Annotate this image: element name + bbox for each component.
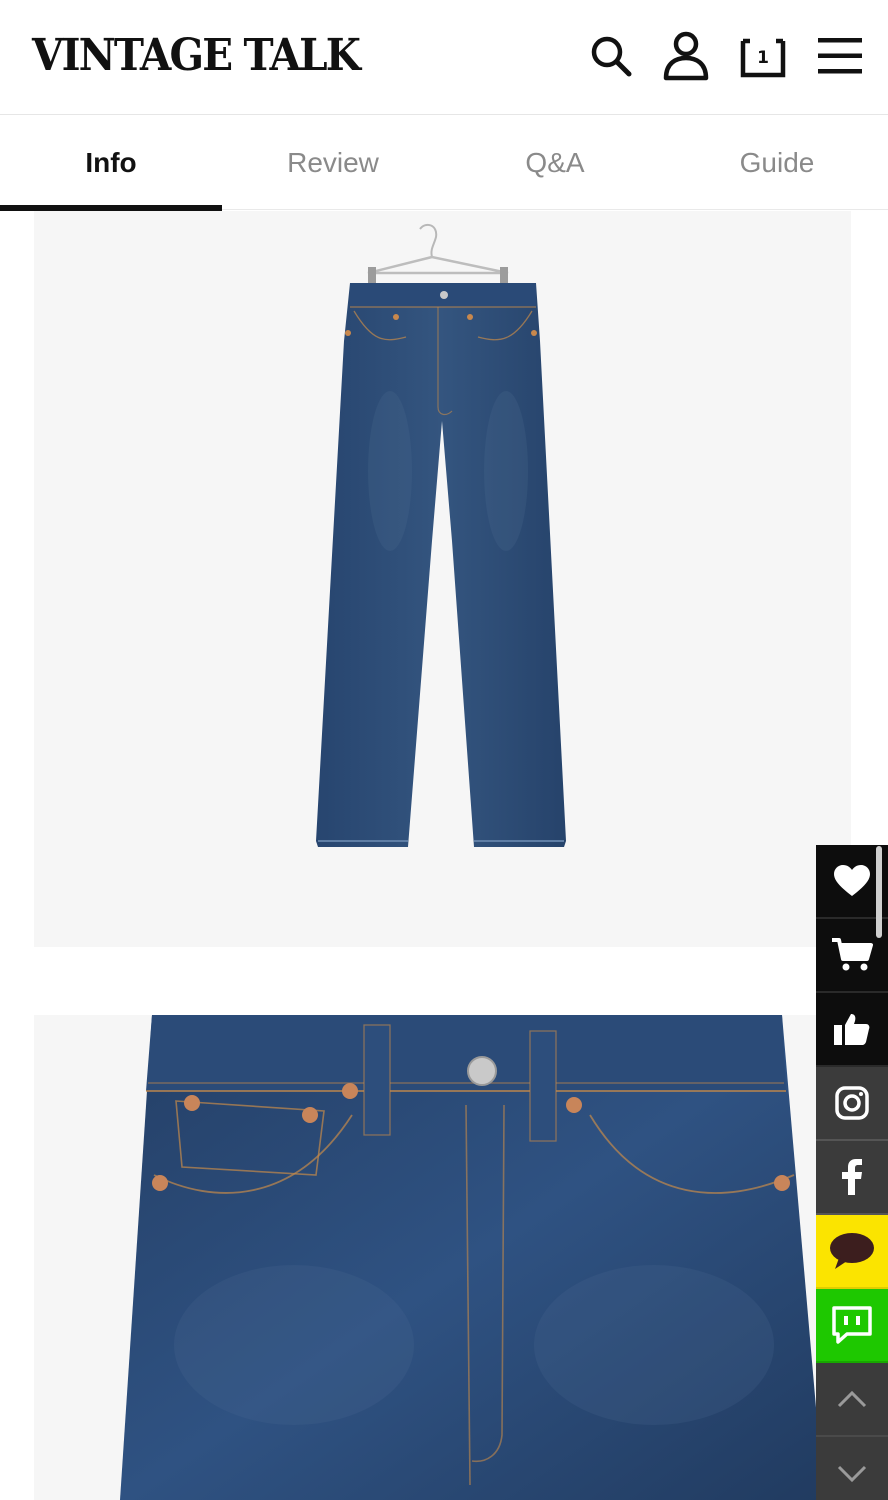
bag-count-badge: 1 [757, 48, 769, 68]
scrollbar-thumb[interactable] [876, 846, 882, 938]
site-logo[interactable]: VINTAGE TALK [32, 28, 361, 84]
product-photo-closeup [34, 1015, 851, 1500]
tab-qna[interactable]: Q&A [444, 116, 666, 210]
instagram-button[interactable] [816, 1067, 888, 1141]
kakaotalk-button[interactable] [816, 1215, 888, 1289]
bag-button[interactable]: 1 [735, 26, 791, 86]
cart-icon [832, 938, 873, 971]
facebook-button[interactable] [816, 1141, 888, 1215]
scroll-top-button[interactable] [816, 1363, 888, 1437]
product-photo-full [34, 211, 851, 947]
menu-icon [818, 38, 862, 74]
site-header: VINTAGE TALK 1 [0, 0, 888, 115]
scroll-bottom-button[interactable] [816, 1437, 888, 1500]
talktalk-button[interactable] [816, 1289, 888, 1363]
instagram-icon [835, 1086, 869, 1120]
chevron-down-icon [837, 1465, 867, 1483]
floating-sidebar [816, 845, 888, 1500]
chevron-up-icon [837, 1390, 867, 1408]
product-tabs: Info Review Q&A Guide [0, 116, 888, 211]
facebook-icon [842, 1159, 862, 1195]
tab-guide[interactable]: Guide [666, 116, 888, 210]
search-icon [591, 36, 632, 77]
menu-button[interactable] [812, 26, 868, 86]
jeans-closeup-image [120, 1015, 824, 1500]
thumbs-up-icon [834, 1014, 870, 1045]
tab-review[interactable]: Review [222, 116, 444, 210]
account-button[interactable] [658, 26, 714, 86]
heart-icon [834, 865, 870, 896]
search-button[interactable] [583, 26, 639, 86]
kakaotalk-icon [830, 1233, 874, 1269]
jeans-full-image [316, 223, 566, 847]
like-button[interactable] [816, 993, 888, 1067]
talktalk-icon [832, 1306, 872, 1344]
tab-info[interactable]: Info [0, 116, 222, 211]
user-icon [663, 31, 709, 81]
